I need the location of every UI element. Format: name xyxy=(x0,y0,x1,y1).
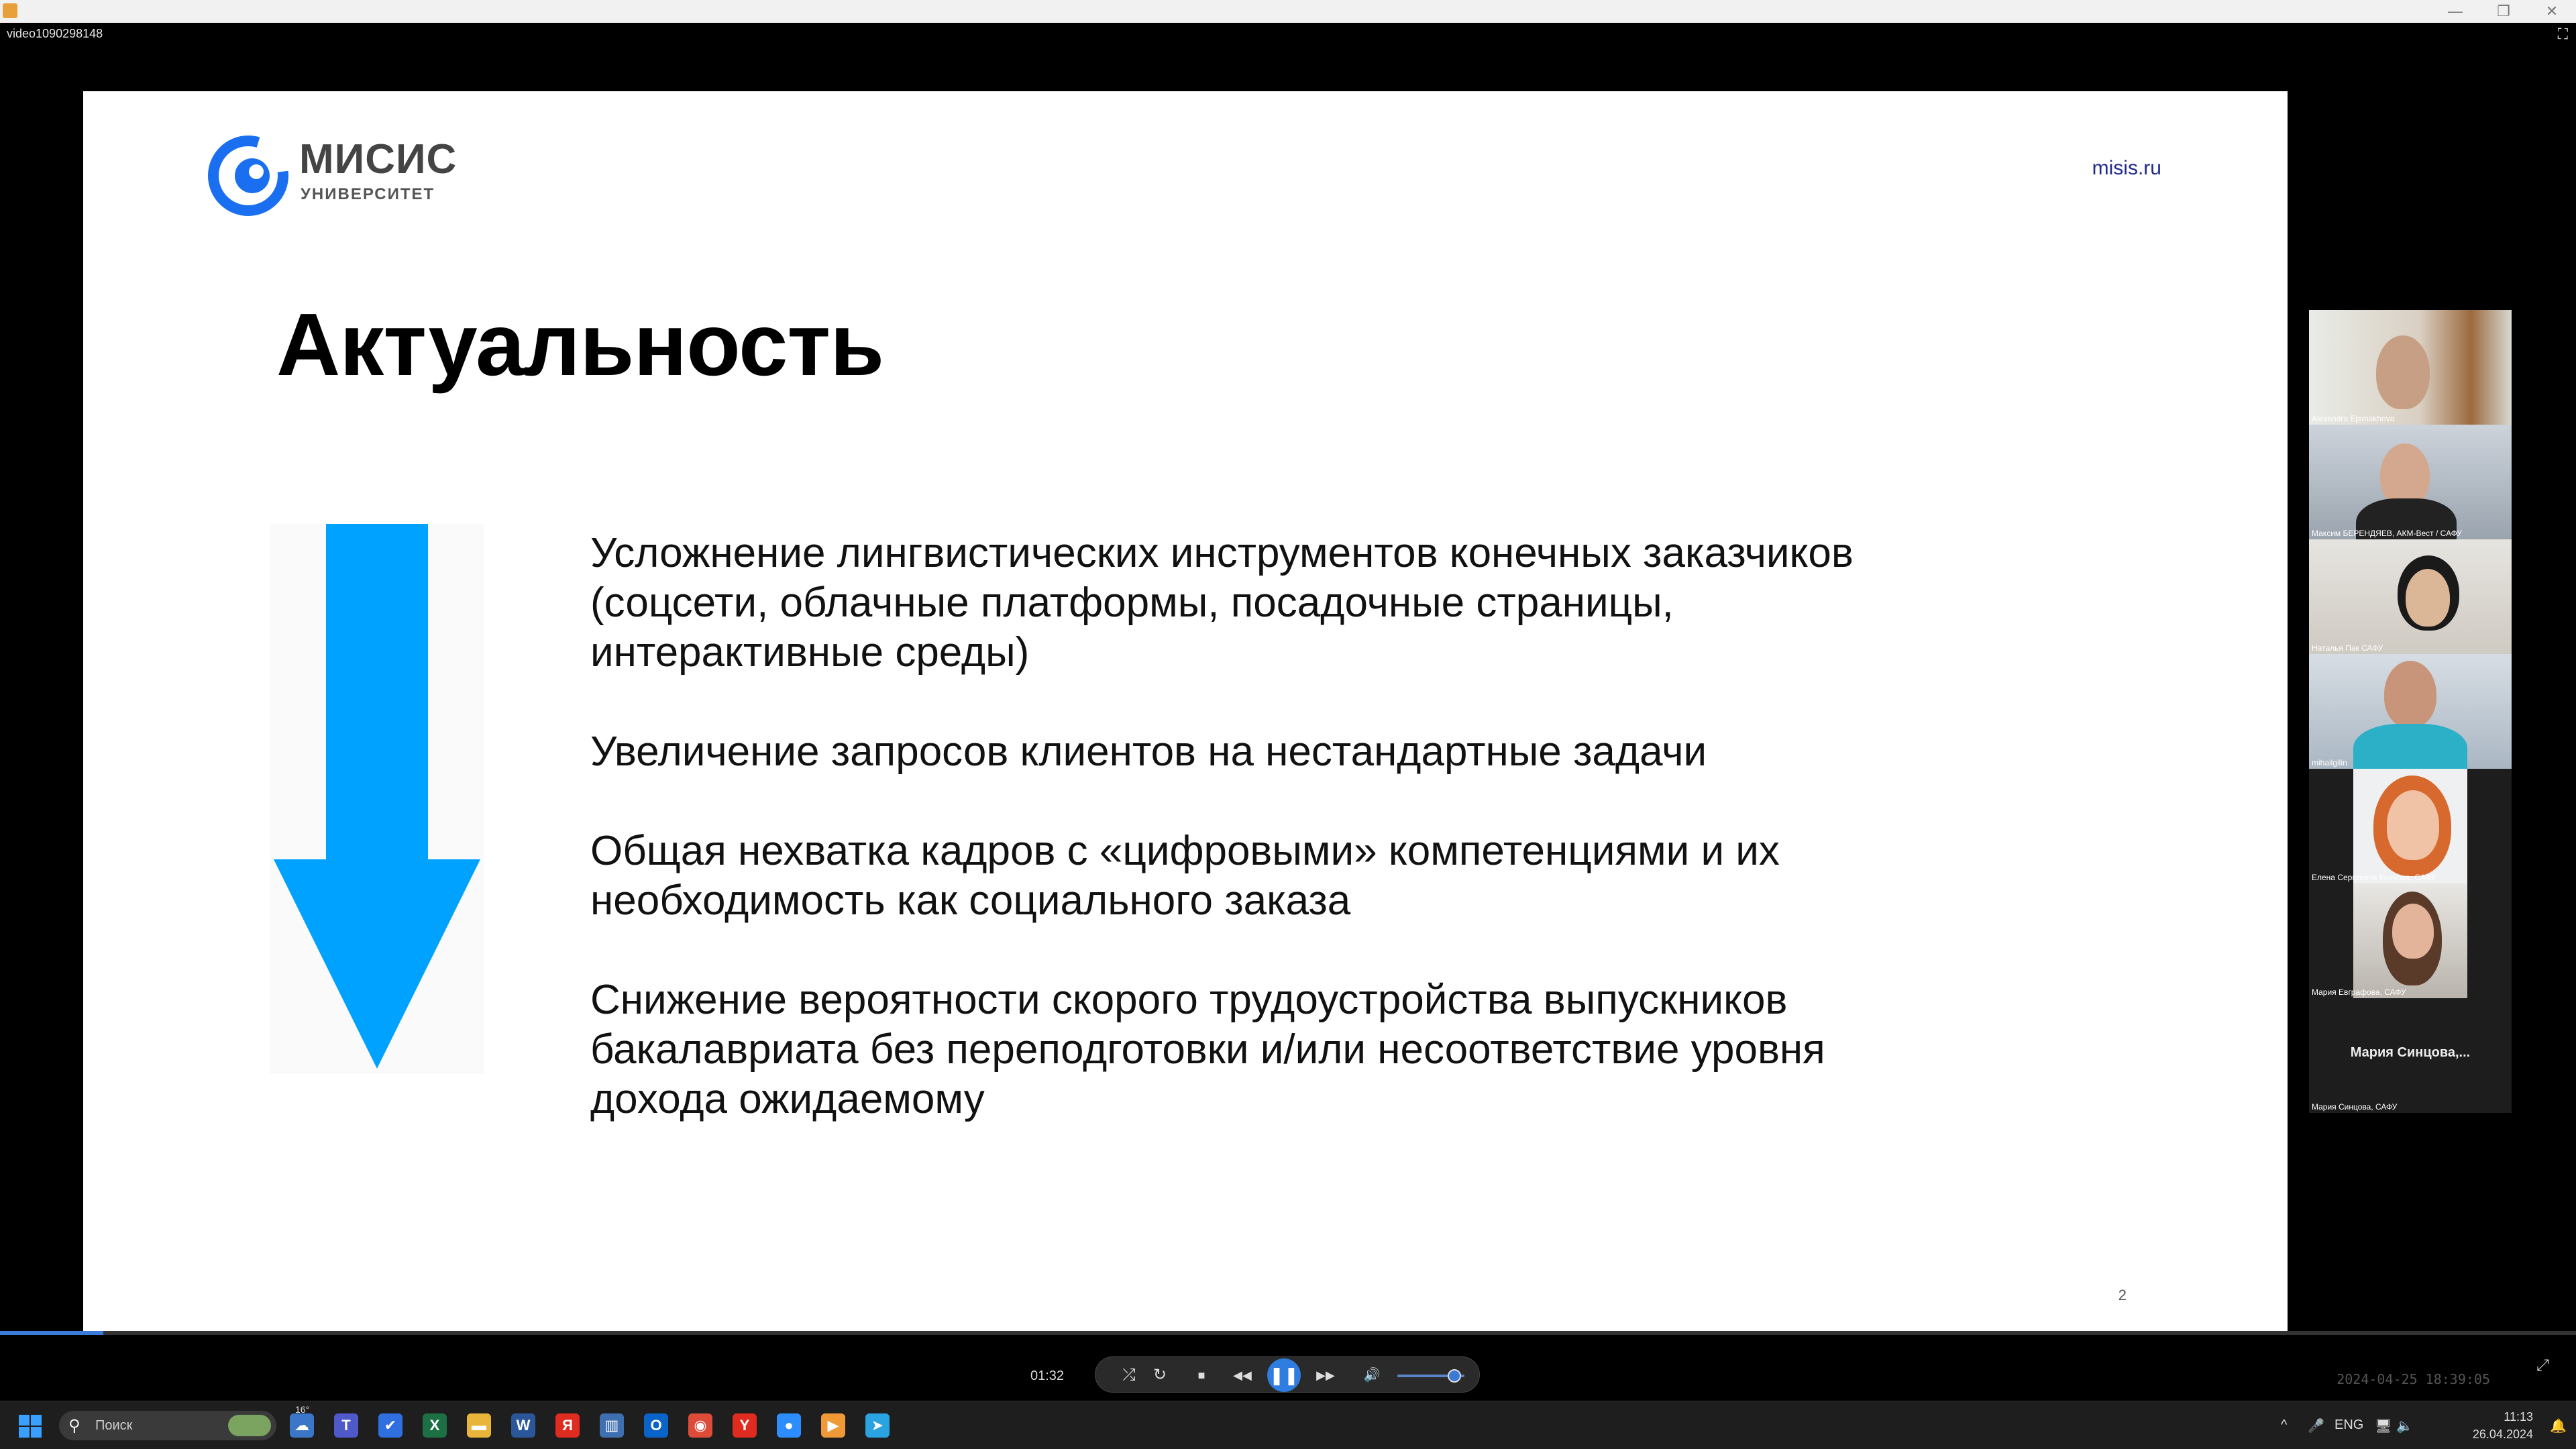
microphone-icon[interactable]: 🎤 xyxy=(2308,1417,2324,1434)
bullet-list: Усложнение лингвистических инструментов … xyxy=(590,529,1932,1174)
taskbar-search[interactable]: ⚲ Поиск xyxy=(59,1411,276,1440)
telegram-icon[interactable]: ➤ xyxy=(865,1413,890,1438)
bullet-item: Общая нехватка кадров с «цифровыми» комп… xyxy=(590,828,1780,924)
weather-icon[interactable]: ☁ xyxy=(290,1413,314,1438)
participant-tile[interactable]: Елена Сергеевна Кохнова, САФУ xyxy=(2309,769,2512,883)
maximize-button[interactable]: ❐ xyxy=(2479,0,2528,23)
outlook-icon[interactable]: O xyxy=(644,1413,668,1438)
participant-name: mihailgilin xyxy=(2312,758,2347,767)
site-link: misis.ru xyxy=(2092,157,2161,179)
teams-icon[interactable]: T xyxy=(334,1413,358,1438)
participants-strip: Alexandra Epimakhova Максим БЕРЕНДЯЕВ, А… xyxy=(2309,310,2512,1113)
elapsed-time: 01:32 xyxy=(1030,1368,1065,1383)
shuffle-button[interactable]: ⤮ xyxy=(1114,1357,1144,1393)
participant-name: Максим БЕРЕНДЯЕВ, АКМ-Вест / САФУ xyxy=(2312,529,2462,538)
search-highlight-icon xyxy=(228,1415,271,1436)
down-arrow-icon xyxy=(270,524,484,1074)
slide-title: Актуальность xyxy=(276,295,884,394)
seek-bar-fill xyxy=(0,1331,103,1335)
participant-face xyxy=(2376,335,2430,409)
zoom-icon[interactable]: ● xyxy=(777,1413,801,1438)
pause-button[interactable]: ❚❚ xyxy=(1267,1358,1301,1392)
participant-display-name: Мария Синцова,... xyxy=(2350,1045,2471,1060)
excel-icon[interactable]: X xyxy=(423,1413,447,1438)
yandex-browser-icon[interactable]: Я xyxy=(555,1413,580,1438)
window-titlebar: — ❐ ✕ xyxy=(0,0,2576,23)
search-placeholder: Поиск xyxy=(95,1418,133,1433)
misis-logo-icon xyxy=(208,136,288,216)
window-controls: — ❐ ✕ xyxy=(2431,0,2576,23)
participant-tile[interactable]: Максим БЕРЕНДЯЕВ, АКМ-Вест / САФУ xyxy=(2309,425,2512,539)
video-filename: video1090298148 xyxy=(7,27,103,40)
participant-face xyxy=(2392,904,2434,959)
volume-knob[interactable] xyxy=(1448,1369,1461,1383)
recording-timestamp: 2024-04-25 18:39:05 xyxy=(2337,1371,2490,1387)
tray-overflow-icon[interactable]: ^ xyxy=(2281,1417,2287,1433)
logo-sub-text: УНИВЕРСИТЕТ xyxy=(301,185,435,203)
presentation-slide: МИСИС УНИВЕРСИТЕТ misis.ru Актуальность … xyxy=(83,91,2288,1331)
participant-name: Наталья Пак САФУ xyxy=(2312,643,2383,653)
search-icon: ⚲ xyxy=(68,1417,80,1435)
volume-icon[interactable]: 🔊 xyxy=(1357,1357,1387,1393)
speaker-icon[interactable]: 🔈 xyxy=(2396,1417,2413,1434)
word-icon[interactable]: W xyxy=(511,1413,535,1438)
bullet-item: Увеличение запросов клиентов на нестанда… xyxy=(590,729,1707,775)
misis-logo: МИСИС УНИВЕРСИТЕТ xyxy=(208,129,476,229)
network-icon[interactable]: 🖥 xyxy=(2375,1417,2392,1434)
participant-tile[interactable]: Alexandra Epimakhova xyxy=(2309,310,2512,425)
weather-temp: 16° xyxy=(295,1404,310,1415)
minimize-button[interactable]: — xyxy=(2431,0,2479,23)
rewind-button[interactable]: ◀◀ xyxy=(1224,1357,1260,1393)
close-button[interactable]: ✕ xyxy=(2528,0,2576,23)
participant-name: Мария Синцова, САФУ xyxy=(2312,1102,2398,1112)
app-icon xyxy=(3,3,17,18)
participant-body xyxy=(2353,724,2467,769)
chrome-icon[interactable]: ◉ xyxy=(688,1413,712,1438)
seek-bar[interactable] xyxy=(0,1331,2576,1335)
bullet-item: Снижение вероятности скорого трудоустрой… xyxy=(590,977,1825,1122)
participant-face xyxy=(2387,790,2439,860)
player-controls: ⤮ ↻ ■ ◀◀ ❚❚ ▶▶ 🔊 xyxy=(1095,1356,1480,1393)
participant-tile[interactable]: Наталья Пак САФУ xyxy=(2309,539,2512,654)
participant-tile[interactable]: mihailgilin xyxy=(2309,654,2512,769)
participant-face xyxy=(2406,569,2450,627)
clock-time: 11:13 xyxy=(2504,1410,2533,1424)
participant-name: Alexandra Epimakhova xyxy=(2312,414,2395,423)
expand-icon[interactable]: ⤢ xyxy=(2536,1356,2549,1375)
yandex-icon[interactable]: Y xyxy=(733,1413,757,1438)
participant-name: Мария Евграфова, САФУ xyxy=(2312,987,2406,997)
language-indicator[interactable]: ENG xyxy=(2334,1417,2363,1433)
fullscreen-icon[interactable]: ⛶ xyxy=(2558,25,2568,43)
participant-tile[interactable]: Мария Евграфова, САФУ xyxy=(2309,883,2512,998)
participant-name: Елена Сергеевна Кохнова, САФУ xyxy=(2312,873,2436,882)
participant-tile[interactable]: Мария Синцова,... Мария Синцова, САФУ xyxy=(2309,998,2512,1113)
slide-page-number: 2 xyxy=(2118,1287,2127,1303)
participant-face xyxy=(2384,661,2436,728)
bullet-item: Усложнение лингвистических инструментов … xyxy=(590,530,1854,676)
app-blue-icon[interactable]: ▥ xyxy=(600,1413,624,1438)
windows-start-icon[interactable] xyxy=(19,1415,43,1439)
notifications-icon[interactable]: 🔔 xyxy=(2550,1417,2567,1434)
todo-icon[interactable]: ✔ xyxy=(378,1413,402,1438)
forward-button[interactable]: ▶▶ xyxy=(1307,1357,1344,1393)
explorer-icon[interactable]: ▬ xyxy=(467,1413,491,1438)
logo-main-text: МИСИС xyxy=(299,136,458,182)
media-player-icon[interactable]: ▶ xyxy=(821,1413,845,1438)
stop-button[interactable]: ■ xyxy=(1187,1357,1216,1393)
repeat-button[interactable]: ↻ xyxy=(1145,1357,1175,1393)
clock-date: 26.04.2024 xyxy=(2472,1428,2533,1441)
taskbar: ⚲ Поиск ☁ T ✔ X ▬ W Я ▥ O ◉ Y ● ▶ ➤ 16° ^ 🎤 ENG 🖥 🔈 1… xyxy=(0,1401,2576,1449)
taskbar-clock[interactable]: 11:13 26.04.2024 xyxy=(2473,1408,2533,1443)
